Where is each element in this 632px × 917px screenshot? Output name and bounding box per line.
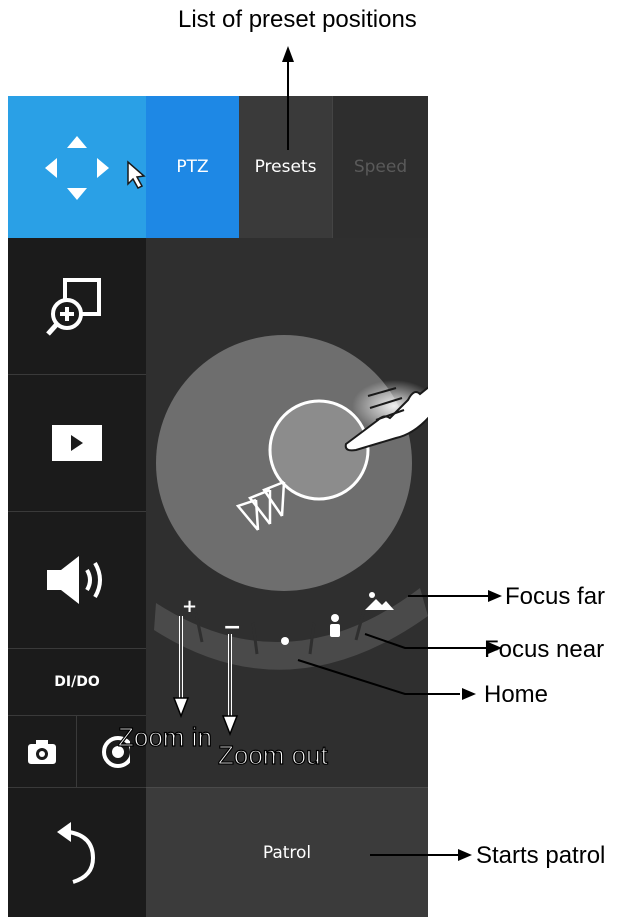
label-zoom-out: Zoom out <box>217 739 328 770</box>
callout-lines <box>172 46 502 861</box>
label-patrol: Starts patrol <box>476 842 606 869</box>
label-zoom-in: Zoom in <box>117 721 212 752</box>
label-focus-far: Focus far <box>505 583 606 610</box>
label-home: Home <box>484 681 549 708</box>
label-focus-near: Focus near <box>484 636 605 663</box>
label-presets: List of preset positions <box>178 6 417 33</box>
